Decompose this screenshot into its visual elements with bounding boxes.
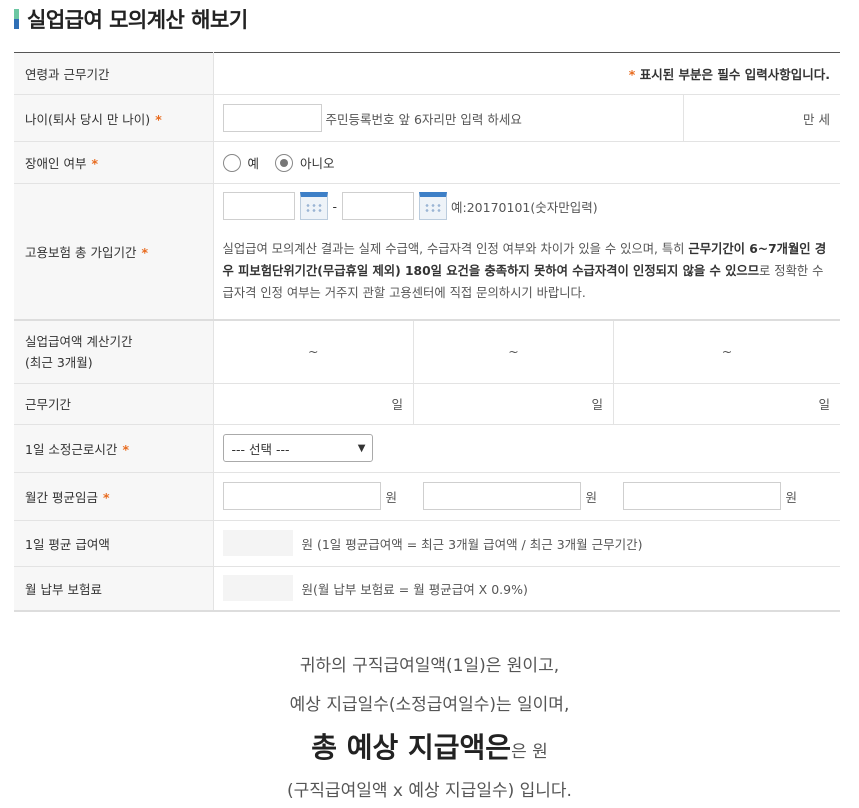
page-title-text: 실업급여 모의계산 해보기 xyxy=(27,8,248,32)
premium-value xyxy=(222,575,293,602)
date-example: 예:20170101(숫자만입력) xyxy=(451,199,598,215)
age-row: 나이(퇴사 당시 만 나이) * 주민등록번호 앞 6자리만 입력 하세요 만 세 xyxy=(14,94,840,142)
required-note: * 표시된 부분은 필수 입력사항입니다. xyxy=(213,52,840,95)
disability-yes-label: 예 xyxy=(247,156,260,171)
daily-hours-row: 1일 소정근로시간 * --- 선택 --- ▼ xyxy=(14,424,840,473)
chevron-down-icon: ▼ xyxy=(357,442,366,454)
work-days-row: 근무기간 일 일 일 xyxy=(14,383,840,425)
calc-period-row: 실업급여액 계산기간 (최근 3개월) ~ ~ ~ xyxy=(14,319,840,384)
wage-input-1[interactable] xyxy=(222,482,381,510)
result-line-1: 귀하의 구직급여일액(1일)은 원이고, xyxy=(299,656,560,676)
disability-row: 장애인 여부 * 예 아니오 xyxy=(14,141,840,184)
result-total: 총 예상 지급액은은 원 xyxy=(311,731,548,764)
required-note-text: 표시된 부분은 필수 입력사항입니다. xyxy=(639,67,830,82)
premium-label: 월 납부 보험료 xyxy=(14,566,214,612)
date-dash: - xyxy=(332,198,338,214)
wage-input-2[interactable] xyxy=(422,482,581,510)
required-star: * xyxy=(628,67,636,82)
calendar-icon[interactable] xyxy=(419,192,448,220)
page-title: 실업급여 모의계산 해보기 xyxy=(14,4,248,34)
daily-avg-label: 1일 평균 급여액 xyxy=(14,520,214,567)
period-col-1: ~ xyxy=(213,320,414,383)
result-line-4: (구직급여일액 x 예상 지급일수) 입니다. xyxy=(287,781,572,801)
daily-avg-value xyxy=(222,530,293,556)
monthly-wage-label: 월간 평균임금 * xyxy=(14,472,214,521)
premium-row: 월 납부 보험료 원(월 납부 보험료 = 월 평균급여 X 0.9%) xyxy=(14,566,840,612)
work-days-col-1: 일 xyxy=(213,383,414,424)
result-line-2: 예상 지급일수(소정급여일수)는 일이며, xyxy=(289,695,570,715)
calendar-icon[interactable] xyxy=(299,192,328,220)
age-label: 나이(퇴사 당시 만 나이) * xyxy=(14,94,214,142)
insurance-row: 고용보험 총 가입기간 * - 예:20170101(숫자만입력) 실업급여 모의… xyxy=(14,183,840,321)
disability-label: 장애인 여부 * xyxy=(14,141,214,184)
insurance-notice: 실업급여 모의계산 결과는 실제 수급액, 수급자격 인정 여부와 차이가 있을… xyxy=(222,242,827,300)
daily-hours-select[interactable]: --- 선택 --- ▼ xyxy=(222,434,373,462)
calc-period-label: 실업급여액 계산기간 (최근 3개월) xyxy=(14,319,214,384)
age-result: 만 세 xyxy=(683,95,840,141)
work-days-label: 근무기간 xyxy=(14,383,214,425)
wage-input-3[interactable] xyxy=(622,482,781,510)
daily-avg-formula: 원 (1일 평균급여액 = 최근 3개월 급여액 / 최근 3개월 근무기간) xyxy=(301,536,643,552)
title-marker xyxy=(14,9,19,29)
disability-no-label: 아니오 xyxy=(300,156,335,171)
daily-hours-label: 1일 소정근로시간 * xyxy=(14,424,214,473)
insurance-start-input[interactable] xyxy=(222,192,295,220)
birthdate-hint: 주민등록번호 앞 6자리만 입력 하세요 xyxy=(325,111,522,127)
disability-no-radio[interactable] xyxy=(275,153,293,172)
daily-avg-row: 1일 평균 급여액 원 (1일 평균급여액 = 최근 3개월 급여액 / 최근 … xyxy=(14,520,840,567)
disability-yes-radio[interactable] xyxy=(222,153,241,172)
work-days-col-3: 일 xyxy=(818,397,830,412)
monthly-wage-row: 월간 평균임금 * 원 원 원 xyxy=(14,472,840,521)
birthdate-input[interactable] xyxy=(222,104,322,132)
period-col-3: ~ xyxy=(721,344,733,359)
insurance-label: 고용보험 총 가입기간 * xyxy=(14,183,214,321)
premium-formula: 원(월 납부 보험료 = 월 평균급여 X 0.9%) xyxy=(301,581,528,597)
header-row: 연령과 근무기간 * 표시된 부분은 필수 입력사항입니다. xyxy=(14,52,840,95)
work-days-col-2: 일 xyxy=(413,383,614,424)
insurance-end-input[interactable] xyxy=(342,192,415,220)
period-col-2: ~ xyxy=(413,320,614,383)
header-label: 연령과 근무기간 xyxy=(14,52,214,95)
calculator-table: 연령과 근무기간 * 표시된 부분은 필수 입력사항입니다. 나이(퇴사 당시 … xyxy=(14,52,840,612)
